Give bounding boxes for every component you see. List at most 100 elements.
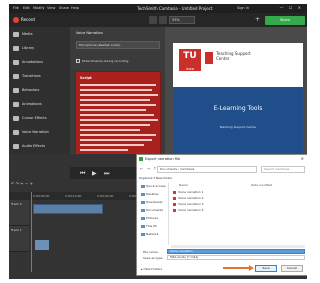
dialog-title: Export narration file [137, 155, 307, 163]
nav-item-downloads[interactable]: Downloads [141, 200, 162, 204]
file-list: Name Date modified Voice narration 1 Voi… [171, 183, 305, 245]
record-icon[interactable] [13, 17, 19, 23]
script-text-line [80, 144, 144, 146]
filename-input[interactable]: Voice narration [167, 249, 305, 254]
menu-share[interactable]: Share [59, 6, 69, 10]
close-icon[interactable]: ✕ [301, 156, 304, 161]
behaviors-icon [13, 88, 19, 93]
script-text-line [80, 109, 146, 111]
nav-item-this-pc[interactable]: This PC [141, 224, 157, 228]
track-header-2[interactable]: Track 2 [9, 200, 29, 226]
address-bar[interactable]: Documents › Camtasia [157, 166, 257, 173]
sidebar-item-label: Voice Narration [22, 130, 49, 134]
file-item[interactable]: Voice narration 3 [173, 202, 204, 206]
menu-file[interactable]: File [13, 6, 19, 10]
mute-checkbox[interactable] [76, 59, 80, 63]
sidebar-item-cursor-effects[interactable]: Cursor Effects [9, 113, 70, 125]
sidebar-item-label: Animations [22, 102, 42, 106]
menu-view[interactable]: View [47, 6, 55, 10]
sidebar-item-label: Transitions [22, 74, 41, 78]
script-text-line [80, 134, 156, 136]
zoom-dropdown[interactable]: 53% [169, 16, 195, 24]
camtasia-window: File Edit Modify View Share Help TechSmi… [9, 4, 307, 279]
window-controls[interactable]: — ☐ ✕ [280, 5, 303, 10]
nav-item-network[interactable]: Network [141, 232, 159, 236]
zoom-in-icon[interactable]: + [30, 181, 33, 186]
zoom-out-icon[interactable]: − [25, 181, 28, 186]
clip-thumbnail[interactable] [35, 240, 49, 250]
sidebar-item-media[interactable]: Media [9, 29, 70, 41]
cancel-button[interactable]: Cancel [281, 265, 303, 272]
track-label: Track 1 [11, 228, 22, 232]
nav-arrows-icon[interactable]: ← → ↑ [140, 166, 158, 171]
hide-folders-toggle[interactable]: ▴ Hide Folders [141, 267, 162, 271]
search-input[interactable]: Search Camtasia [261, 166, 305, 173]
mute-timeline-option[interactable]: Mute timeline during recording [76, 59, 128, 63]
callout-arrow-head [249, 265, 254, 271]
menu-modify[interactable]: Modify [33, 6, 45, 10]
script-text-line [80, 84, 156, 86]
save-button[interactable]: Save [255, 265, 277, 272]
horizontal-scrollbar[interactable] [171, 245, 305, 248]
column-date[interactable]: Date modified [251, 183, 272, 187]
callout-arrow [223, 267, 251, 269]
next-frame-icon[interactable]: ⏭ [104, 170, 109, 178]
cut-icon[interactable]: ✂ [20, 181, 23, 186]
main-toolbar: Record 53% + Share [9, 13, 307, 27]
nav-label: Documents [146, 208, 164, 212]
track-header-1[interactable]: Track 1 [9, 226, 29, 252]
menu-edit[interactable]: Edit [23, 6, 30, 10]
preview-canvas[interactable]: TU WIEN Teaching Support Center E-Learni… [165, 27, 307, 167]
cursor-icon [13, 116, 19, 121]
command-bar[interactable]: Organize ▾ New folder [139, 176, 305, 182]
sidebar-item-label: Behaviors [22, 88, 40, 92]
sign-in-link[interactable]: Sign In [237, 6, 249, 10]
previous-frame-icon[interactable]: ⏮ [80, 170, 85, 178]
nav-item-quick-access[interactable]: Quick access [141, 184, 166, 188]
undo-icon[interactable]: ↶ [11, 181, 14, 186]
menu-help[interactable]: Help [71, 6, 79, 10]
sidebar-item-behaviors[interactable]: Behaviors [9, 85, 70, 97]
annotations-icon [13, 60, 19, 65]
nav-item-desktop[interactable]: Desktop [141, 192, 158, 196]
file-name: Voice narration 3 [178, 202, 204, 206]
timeline-clip[interactable] [33, 204, 103, 214]
computer-icon [141, 224, 145, 228]
navigation-pane: Quick access Desktop Downloads Documents… [139, 183, 169, 245]
transitions-icon [13, 74, 19, 79]
ruler-tick: 0:00:10;00 [65, 194, 82, 198]
animations-icon [13, 102, 19, 107]
nav-item-pictures[interactable]: Pictures [141, 216, 158, 220]
playhead[interactable] [31, 192, 32, 272]
pan-tool-icon[interactable] [149, 16, 157, 24]
sidebar-item-voice-narration[interactable]: Voice Narration [9, 127, 70, 139]
redo-icon[interactable]: ↷ [16, 181, 19, 186]
audio-icon [13, 144, 19, 149]
script-text-line [80, 99, 150, 101]
play-icon[interactable]: ▶ [92, 170, 97, 177]
mute-checkbox-label: Mute timeline during recording [82, 59, 129, 63]
sidebar-item-audio-effects[interactable]: Audio Effects [9, 141, 70, 153]
column-name[interactable]: Name [179, 183, 188, 187]
crop-tool-icon[interactable] [159, 16, 167, 24]
script-textarea[interactable]: Script [75, 71, 161, 167]
sidebar-item-label: Cursor Effects [22, 116, 47, 120]
folder-icon [141, 200, 145, 204]
window-title: TechSmith Camtasia - Untitled Project [137, 6, 213, 11]
nav-item-documents[interactable]: Documents [141, 208, 163, 212]
file-item[interactable]: Voice narration 1 [173, 190, 204, 194]
add-icon[interactable]: + [255, 16, 260, 23]
sidebar-item-annotations[interactable]: Annotations [9, 57, 70, 69]
slide-preview: TU WIEN Teaching Support Center E-Learni… [173, 43, 303, 153]
audio-source-dropdown[interactable]: Microphone (Realtek Audio) [76, 41, 160, 49]
sidebar-item-library[interactable]: Library [9, 43, 70, 55]
script-text-line [80, 119, 158, 121]
sidebar-item-animations[interactable]: Animations [9, 99, 70, 111]
record-button[interactable]: Record [21, 17, 35, 22]
share-button[interactable]: Share [265, 16, 305, 25]
filetype-select[interactable]: M4A Audio (*.m4a) [167, 255, 305, 260]
file-item[interactable]: Voice narration 4 [173, 208, 204, 212]
sidebar-item-transitions[interactable]: Transitions [9, 71, 70, 83]
file-item[interactable]: Voice narration 2 [173, 196, 204, 200]
tu-logo-sub: WIEN [186, 67, 194, 71]
